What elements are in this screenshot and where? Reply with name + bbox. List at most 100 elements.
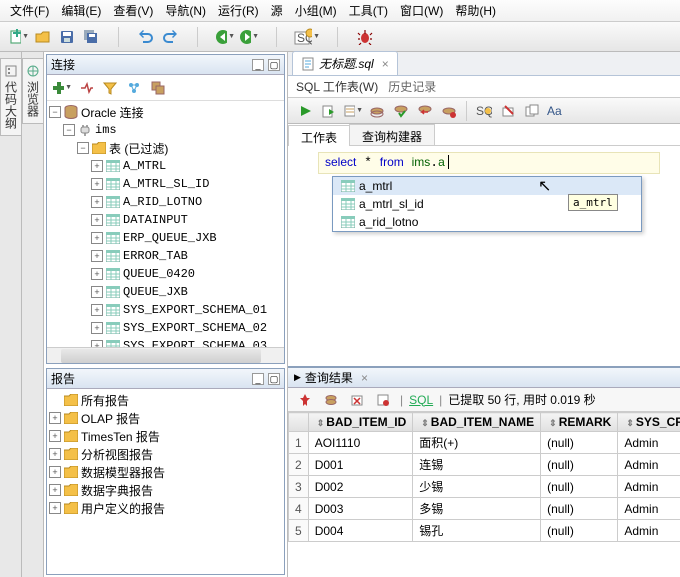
tree-expand-icon[interactable]: +	[91, 196, 103, 208]
menu-src[interactable]: 源	[265, 0, 289, 21]
reports-item-0[interactable]: +OLAP 报告	[49, 409, 284, 427]
clear-button[interactable]	[497, 100, 519, 122]
tree-table-sys_export_schema_02[interactable]: +SYS_EXPORT_SCHEMA_02	[49, 319, 284, 337]
reports-all[interactable]: 所有报告	[49, 391, 284, 409]
vtab-browser[interactable]: 浏览器	[22, 58, 43, 124]
table-row[interactable]: 1AOI1110面积(+)(null)Admin	[289, 432, 680, 454]
forward-button[interactable]: ▼	[238, 26, 260, 48]
tree-root-oracle[interactable]: −Oracle 连接	[49, 103, 284, 121]
run-script-button[interactable]	[318, 100, 340, 122]
reports-item-4[interactable]: +数据字典报告	[49, 481, 284, 499]
results-close-icon[interactable]: ×	[361, 371, 368, 385]
menu-run[interactable]: 运行(R)	[212, 0, 265, 21]
reports-tree[interactable]: 所有报告+OLAP 报告+TimesTen 报告+分析视图报告+数据模型器报告+…	[47, 389, 284, 574]
col-header[interactable]: ⇕BAD_ITEM_ID	[308, 413, 413, 432]
debug-button[interactable]	[354, 26, 376, 48]
tree-expand-icon[interactable]: +	[91, 340, 103, 347]
close-tab-icon[interactable]: ×	[382, 57, 389, 71]
tree-table-queue_0420[interactable]: +QUEUE_0420	[49, 265, 284, 283]
sql-link[interactable]: SQL	[409, 393, 433, 407]
tree-expand-icon[interactable]: +	[91, 214, 103, 226]
autocomplete-item[interactable]: a_rid_lotno	[333, 213, 641, 231]
reports-item-1[interactable]: +TimesTen 报告	[49, 427, 284, 445]
vtab-code-outline[interactable]: 代码大纲	[0, 58, 21, 136]
cell[interactable]: D003	[308, 498, 413, 520]
cell[interactable]: 锡孔	[413, 520, 541, 542]
cell[interactable]: (null)	[541, 476, 618, 498]
change-case-button[interactable]: Aa	[545, 100, 567, 122]
cell[interactable]: (null)	[541, 520, 618, 542]
cell[interactable]: (null)	[541, 498, 618, 520]
cell[interactable]: 连锡	[413, 454, 541, 476]
table-row[interactable]: 4D003多锡(null)Admin	[289, 498, 680, 520]
tree-expand-icon[interactable]: +	[91, 232, 103, 244]
tree-expand-icon[interactable]: +	[49, 448, 61, 460]
table-row[interactable]: 3D002少锡(null)Admin	[289, 476, 680, 498]
explain-plan-button[interactable]: ▼	[342, 100, 364, 122]
menu-tools[interactable]: 工具(T)	[343, 0, 394, 21]
connections-tree[interactable]: −Oracle 连接−ims−表 (已过滤)+A_MTRL+A_MTRL_SL_…	[47, 101, 284, 347]
run-statement-button[interactable]	[294, 100, 316, 122]
tree-table-queue_jxb[interactable]: +QUEUE_JXB	[49, 283, 284, 301]
tree-table-datainput[interactable]: +DATAINPUT	[49, 211, 284, 229]
sql-worksheet-button[interactable]: SQL▼	[293, 26, 321, 48]
copy-conn-button[interactable]	[147, 77, 169, 99]
back-button[interactable]: ▼	[214, 26, 236, 48]
cell[interactable]: Admin	[618, 498, 680, 520]
table-row[interactable]: 5D004锡孔(null)Admin	[289, 520, 680, 542]
tree-expand-icon[interactable]: +	[91, 178, 103, 190]
results-header[interactable]: ▶ 查询结果 ×	[288, 368, 680, 388]
tree-table-erp_queue_jxb[interactable]: +ERP_QUEUE_JXB	[49, 229, 284, 247]
new-connection-button[interactable]: ▼	[51, 77, 73, 99]
undo-button[interactable]	[135, 26, 157, 48]
refresh-results-button[interactable]	[320, 389, 342, 411]
open-button[interactable]	[32, 26, 54, 48]
filter-button[interactable]	[99, 77, 121, 99]
tree-expand-icon[interactable]: +	[49, 484, 61, 496]
unshared-ws-button[interactable]	[438, 100, 460, 122]
tree-table-sys_export_schema_01[interactable]: +SYS_EXPORT_SCHEMA_01	[49, 301, 284, 319]
sub-tab-builder[interactable]: 查询构建器	[349, 124, 435, 145]
save-all-button[interactable]	[80, 26, 102, 48]
history-link[interactable]: 历史记录	[388, 78, 436, 95]
cell[interactable]: (null)	[541, 432, 618, 454]
tree-expand-icon[interactable]: +	[91, 250, 103, 262]
menu-file[interactable]: 文件(F)	[4, 0, 55, 21]
tree-table-a_rid_lotno[interactable]: +A_RID_LOTNO	[49, 193, 284, 211]
tree-expand-icon[interactable]: +	[49, 430, 61, 442]
sql-history-button[interactable]	[521, 100, 543, 122]
menu-view[interactable]: 查看(V)	[107, 0, 159, 21]
cell[interactable]: 少锡	[413, 476, 541, 498]
tree-expand-icon[interactable]: −	[49, 106, 61, 118]
tree-expand-icon[interactable]: +	[91, 268, 103, 280]
tree-schema-ims[interactable]: −ims	[49, 121, 284, 139]
delete-row-button[interactable]	[346, 389, 368, 411]
menu-edit[interactable]: 编辑(E)	[55, 0, 107, 21]
col-header[interactable]: ⇕REMARK	[541, 413, 618, 432]
editor-tab[interactable]: 无标题.sql ×	[292, 51, 398, 75]
tree-table-sys_export_schema_03[interactable]: +SYS_EXPORT_SCHEMA_03	[49, 337, 284, 347]
cell[interactable]: D002	[308, 476, 413, 498]
sql-editor[interactable]: select * from ims.a a_mtrla_mtrl_sl_ida_…	[288, 146, 680, 366]
tree-expand-icon[interactable]: +	[91, 322, 103, 334]
results-grid[interactable]: ⇕BAD_ITEM_ID⇕BAD_ITEM_NAME⇕REMARK⇕SYS_CR…	[288, 412, 680, 577]
menu-nav[interactable]: 导航(N)	[159, 0, 212, 21]
cell[interactable]: Admin	[618, 476, 680, 498]
col-header[interactable]: ⇕SYS_CRI_USER	[618, 413, 680, 432]
conn-hscrollbar[interactable]	[47, 347, 284, 363]
autotrace-button[interactable]	[366, 100, 388, 122]
cell[interactable]: D004	[308, 520, 413, 542]
reports-item-5[interactable]: +用户定义的报告	[49, 499, 284, 517]
table-row[interactable]: 2D001连锡(null)Admin	[289, 454, 680, 476]
col-rownum[interactable]	[289, 413, 309, 432]
to-uppercase-button[interactable]: SQL	[473, 100, 495, 122]
tree-table-a_mtrl_sl_id[interactable]: +A_MTRL_SL_ID	[49, 175, 284, 193]
tree-expand-icon[interactable]: +	[49, 502, 61, 514]
cell[interactable]: Admin	[618, 432, 680, 454]
tree-table-a_mtrl[interactable]: +A_MTRL	[49, 157, 284, 175]
menu-help[interactable]: 帮助(H)	[449, 0, 502, 21]
cancel-button[interactable]	[372, 389, 394, 411]
menu-team[interactable]: 小组(M)	[289, 0, 343, 21]
panel-minimize-icon[interactable]: _	[252, 59, 264, 71]
cell[interactable]: 多锡	[413, 498, 541, 520]
